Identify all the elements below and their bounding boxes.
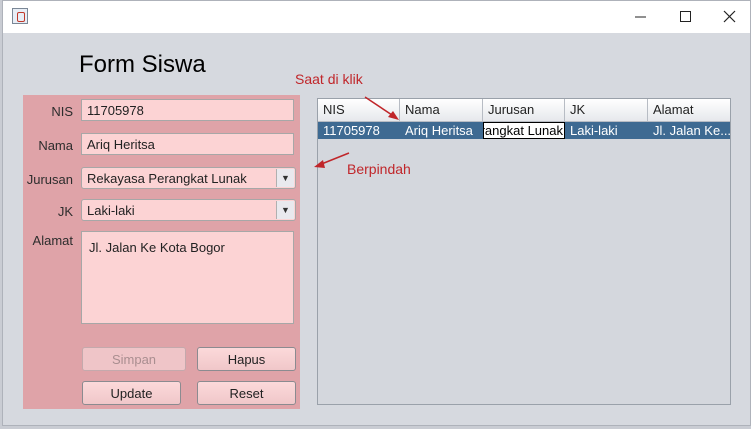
update-button[interactable]: Update	[82, 381, 181, 405]
simpan-button[interactable]: Simpan	[82, 347, 186, 371]
student-table[interactable]: NIS Nama Jurusan JK Alamat 11705978 Ariq…	[317, 98, 731, 405]
app-window: Form Siswa NIS 11705978 Nama Ariq Herits…	[2, 0, 751, 426]
jk-select[interactable]: Laki-laki ▼	[81, 199, 296, 221]
table-header: NIS Nama Jurusan JK Alamat	[318, 99, 730, 122]
label-nis: NIS	[51, 104, 73, 119]
reset-button[interactable]: Reset	[197, 381, 296, 405]
minimize-icon[interactable]	[630, 7, 652, 27]
java-icon	[12, 8, 28, 24]
column-header[interactable]: JK	[565, 99, 648, 121]
chevron-down-icon[interactable]: ▼	[276, 169, 294, 187]
form-title: Form Siswa	[79, 51, 206, 78]
label-jk: JK	[57, 204, 73, 219]
chevron-down-icon[interactable]: ▼	[276, 201, 294, 219]
column-header[interactable]: Jurusan	[483, 99, 565, 121]
table-cell[interactable]: Laki-laki	[565, 122, 648, 139]
table-cell[interactable]: 11705978	[318, 122, 400, 139]
maximize-icon[interactable]	[675, 7, 697, 27]
nis-field[interactable]: 11705978	[81, 99, 294, 121]
column-header[interactable]: Alamat	[648, 99, 730, 121]
jurusan-select[interactable]: Rekayasa Perangkat Lunak ▼	[81, 167, 296, 189]
label-jurusan: Jurusan	[26, 172, 73, 187]
jurusan-value: Rekayasa Perangkat Lunak	[87, 171, 247, 186]
alamat-textarea[interactable]: Jl. Jalan Ke Kota Bogor	[81, 231, 294, 324]
close-icon[interactable]	[719, 7, 741, 27]
annotation-click: Saat di klik	[295, 71, 363, 87]
column-header[interactable]: NIS	[318, 99, 400, 121]
table-row[interactable]: 11705978 Ariq Heritsa rangkat Lunak Laki…	[318, 122, 730, 139]
label-nama: Nama	[38, 138, 73, 153]
table-cell[interactable]: Jl. Jalan Ke...	[648, 122, 730, 139]
input-panel: NIS 11705978 Nama Ariq Heritsa Jurusan R…	[23, 95, 300, 409]
jk-value: Laki-laki	[87, 203, 135, 218]
title-bar	[3, 1, 750, 33]
column-header[interactable]: Nama	[400, 99, 483, 121]
table-cell-editing[interactable]: rangkat Lunak	[483, 122, 565, 139]
table-cell[interactable]: Ariq Heritsa	[400, 122, 483, 139]
hapus-button[interactable]: Hapus	[197, 347, 296, 371]
nama-field[interactable]: Ariq Heritsa	[81, 133, 294, 155]
label-alamat: Alamat	[32, 233, 73, 248]
annotation-moved: Berpindah	[347, 161, 411, 177]
